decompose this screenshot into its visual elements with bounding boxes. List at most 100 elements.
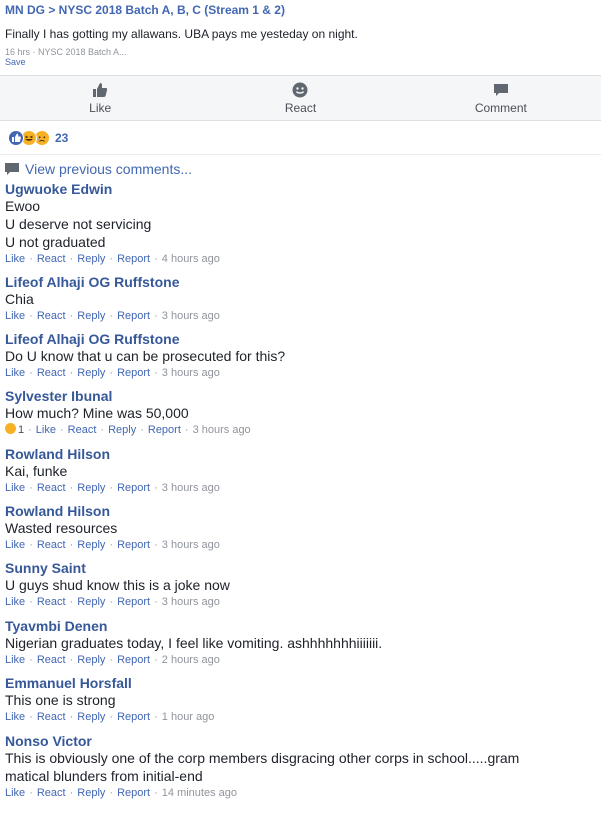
comment-reply-link[interactable]: Reply (108, 424, 136, 436)
comment-reply-link[interactable]: Reply (77, 596, 105, 608)
like-button[interactable]: Like (0, 76, 200, 120)
view-previous-comments-link[interactable]: View previous comments... (0, 155, 601, 178)
comment-reply-link[interactable]: Reply (77, 711, 105, 723)
comment-like-link[interactable]: Like (5, 654, 25, 666)
save-link[interactable]: Save (5, 57, 596, 67)
separator-dot: · (109, 711, 114, 723)
separator-dot: · (154, 482, 158, 494)
comment-reply-link[interactable]: Reply (77, 310, 105, 322)
comment-like-link[interactable]: Like (5, 711, 25, 723)
comment-react-link[interactable]: React (37, 367, 66, 379)
separator-dot: · (109, 787, 114, 799)
comment-reply-link[interactable]: Reply (77, 654, 105, 666)
separator-dot: · (69, 482, 74, 494)
comment-react-link[interactable]: React (68, 424, 97, 436)
comment-item: Tyavmbi Denen Nigerian graduates today, I… (5, 618, 596, 668)
comment-actions: Like · React · Reply · Report · 3 hours ago (5, 481, 596, 496)
comment-actions: Like · React · Reply · Report · 2 hours ago (5, 653, 596, 668)
comment-react-link[interactable]: React (37, 253, 66, 265)
comment-report-link[interactable]: Report (117, 367, 150, 379)
haha-emoji-icon (5, 423, 16, 434)
comment-author[interactable]: Lifeof Alhaji OG Ruffstone (5, 274, 596, 290)
comment-timestamp: 3 hours ago (192, 424, 251, 436)
comment-timestamp: 1 hour ago (161, 711, 215, 723)
comment-timestamp: 3 hours ago (161, 482, 220, 494)
comment-like-link[interactable]: Like (5, 367, 25, 379)
comment-reaction-count[interactable]: 1 (18, 424, 24, 436)
separator-dot: · (69, 654, 74, 666)
comment-like-link[interactable]: Like (5, 482, 25, 494)
comment-text: How much? Mine was 50,000 (5, 405, 189, 421)
comment-author[interactable]: Ugwuoke Edwin (5, 181, 596, 197)
separator-dot: · (69, 787, 74, 799)
comment-like-link[interactable]: Like (5, 787, 25, 799)
separator-dot: · (184, 424, 189, 436)
separator-dot: · (109, 253, 114, 265)
comment-actions: 1 · Like · React · Reply · Report · 3 hours ago (5, 423, 596, 438)
comment-like-link[interactable]: Like (5, 539, 25, 551)
separator-dot: · (109, 367, 114, 379)
comment-button[interactable]: Comment (401, 76, 601, 120)
separator-dot: · (29, 253, 33, 265)
comment-report-link[interactable]: Report (117, 596, 150, 608)
comment-author[interactable]: Sunny Saint (5, 560, 596, 576)
comment-author[interactable]: Emmanuel Horsfall (5, 675, 596, 691)
comment-react-link[interactable]: React (37, 654, 66, 666)
comment-author[interactable]: Lifeof Alhaji OG Ruffstone (5, 331, 596, 347)
comment-report-link[interactable]: Report (117, 787, 150, 799)
comment-reply-link[interactable]: Reply (77, 253, 105, 265)
comment-reply-link[interactable]: Reply (77, 539, 105, 551)
comment-react-link[interactable]: React (37, 787, 66, 799)
comment-report-link[interactable]: Report (117, 711, 150, 723)
comments-list: Ugwuoke Edwin Ewoo U deserve not servicing… (0, 181, 601, 801)
comment-item: Rowland Hilson Wasted resources Like · React… (5, 503, 596, 553)
comment-author[interactable]: Rowland Hilson (5, 503, 596, 519)
comment-author[interactable]: Nonso Victor (5, 733, 596, 749)
comment-reply-link[interactable]: Reply (77, 787, 105, 799)
comment-author[interactable]: Sylvester Ibunal (5, 388, 596, 404)
comment-text: U not graduated (5, 234, 106, 250)
post-text: Finally I has gotting my allawans. UBA p… (5, 27, 358, 41)
comment-text: U guys shud know this is a joke now (5, 577, 230, 593)
comment-timestamp: 4 hours ago (161, 253, 220, 265)
post-meta: 16 hrs · NYSC 2018 Batch A... (5, 47, 127, 57)
comment-like-link[interactable]: Like (5, 310, 25, 322)
comment-reply-link[interactable]: Reply (77, 482, 105, 494)
comment-author[interactable]: Tyavmbi Denen (5, 618, 596, 634)
comment-item: Lifeof Alhaji OG Ruffstone Chia Like · React… (5, 274, 596, 324)
comment-text: Do U know that u can be prosecuted for t… (5, 348, 286, 364)
comment-reply-link[interactable]: Reply (77, 367, 105, 379)
comment-report-link[interactable]: Report (117, 539, 150, 551)
separator-dot: · (69, 539, 74, 551)
action-bar: Like React Comment (0, 75, 601, 121)
comment-report-link[interactable]: Report (148, 424, 181, 436)
separator-dot: · (109, 539, 114, 551)
comment-text: Kai, funke (5, 463, 68, 479)
react-button[interactable]: React (200, 76, 400, 120)
comment-react-link[interactable]: React (37, 711, 66, 723)
comment-icon (493, 83, 508, 96)
reactions-summary[interactable]: 23 (0, 121, 601, 155)
comment-react-link[interactable]: React (37, 596, 66, 608)
comment-like-link[interactable]: Like (36, 424, 56, 436)
post-title[interactable]: MN DG > NYSC 2018 Batch A, B, C (Stream … (5, 3, 596, 17)
comment-item: Sunny Saint U guys shud know this is a jo… (5, 560, 596, 610)
separator-dot: · (29, 787, 33, 799)
comment-report-link[interactable]: Report (117, 253, 150, 265)
comment-like-link[interactable]: Like (5, 253, 25, 265)
like-icon (93, 82, 108, 97)
comment-text: matical blunders from initial-end (5, 768, 203, 784)
comment-react-link[interactable]: React (37, 310, 66, 322)
separator-dot: · (28, 424, 32, 436)
comment-author[interactable]: Rowland Hilson (5, 446, 596, 462)
comment-report-link[interactable]: Report (117, 654, 150, 666)
separator-dot: · (140, 424, 144, 436)
comment-report-link[interactable]: Report (117, 482, 150, 494)
comment-react-link[interactable]: React (37, 482, 66, 494)
comment-item: Sylvester Ibunal How much? Mine was 50,00… (5, 388, 596, 438)
comment-timestamp: 3 hours ago (161, 367, 220, 379)
comment-react-link[interactable]: React (37, 539, 66, 551)
comment-like-link[interactable]: Like (5, 596, 25, 608)
comment-report-link[interactable]: Report (117, 310, 150, 322)
separator-dot: · (154, 654, 158, 666)
